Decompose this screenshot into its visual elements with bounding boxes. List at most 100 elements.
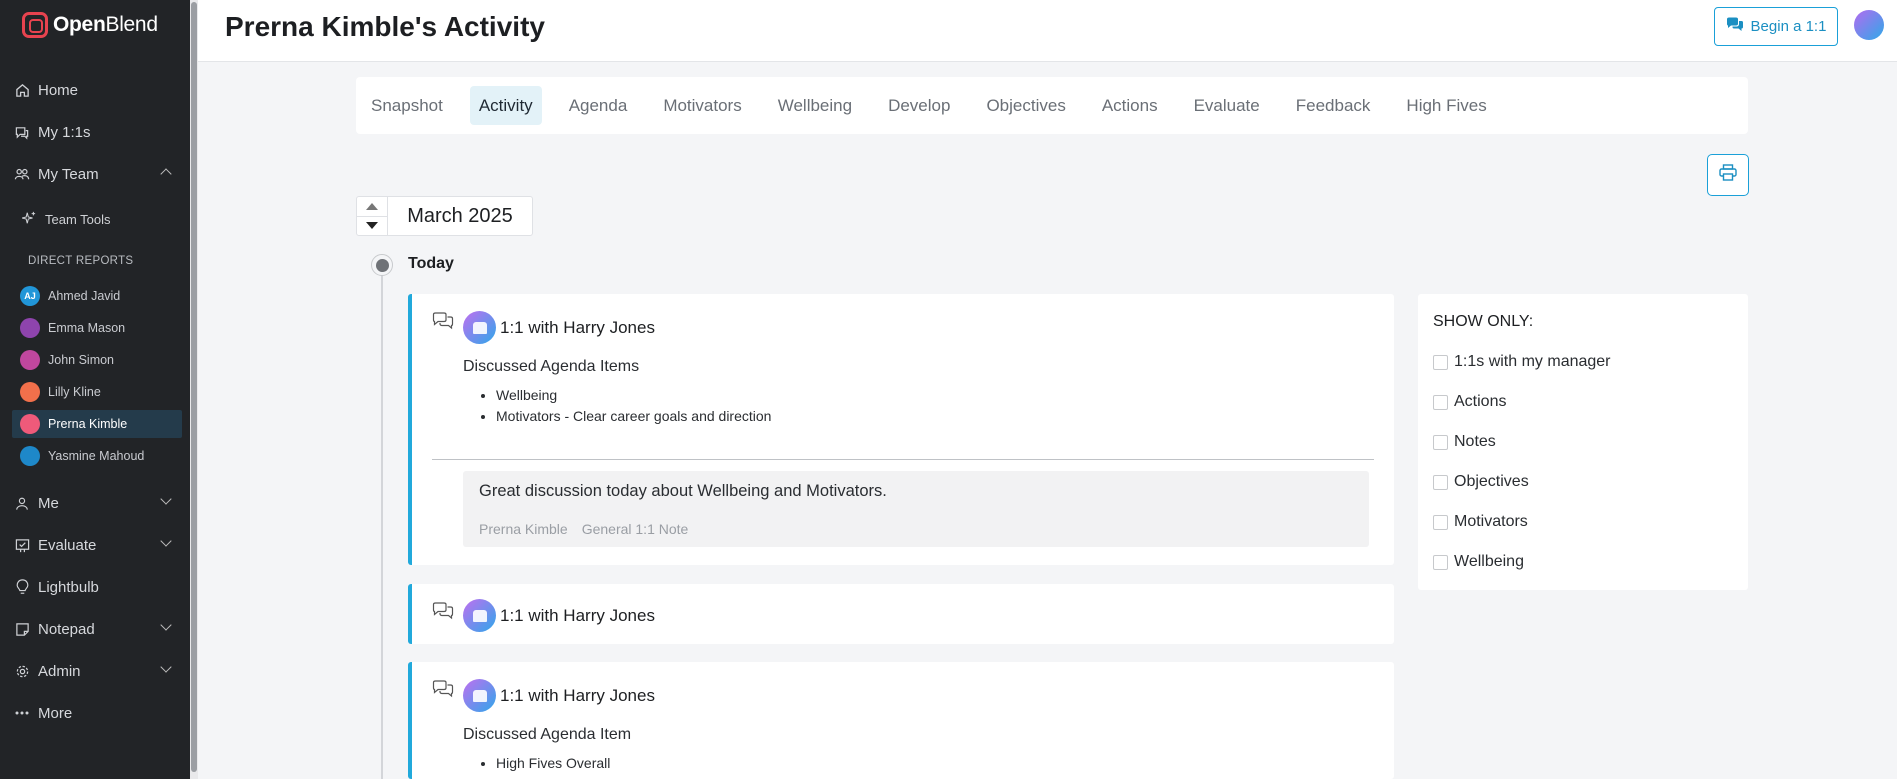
list-item: High Fives Overall bbox=[496, 753, 610, 774]
month-stepper bbox=[357, 197, 388, 235]
filter-label: Wellbeing bbox=[1454, 553, 1524, 570]
sidebar-scrollbar[interactable] bbox=[190, 0, 198, 779]
logo-text: OpenBlend bbox=[53, 13, 158, 37]
direct-reports-heading: DIRECT REPORTS bbox=[28, 255, 134, 267]
scrollbar-thumb[interactable] bbox=[191, 2, 197, 772]
checkbox[interactable] bbox=[1433, 514, 1448, 530]
openblend-logo[interactable]: OpenBlend bbox=[22, 12, 158, 38]
profile-tabs: Snapshot Activity Agenda Motivators Well… bbox=[356, 77, 1748, 134]
tab-wellbeing[interactable]: Wellbeing bbox=[769, 86, 861, 125]
activity-card[interactable]: 1:1 with Harry Jones Discussed Agenda It… bbox=[408, 294, 1394, 565]
report-john-simon[interactable]: John Simon bbox=[12, 346, 182, 374]
chat-icon bbox=[432, 602, 454, 625]
person-icon bbox=[14, 495, 30, 511]
report-emma-mason[interactable]: Emma Mason bbox=[12, 314, 182, 342]
tab-motivators[interactable]: Motivators bbox=[654, 86, 750, 125]
list-item: Wellbeing bbox=[496, 385, 771, 406]
tab-high-fives[interactable]: High Fives bbox=[1397, 86, 1495, 125]
tab-feedback[interactable]: Feedback bbox=[1287, 86, 1380, 125]
card-subtitle: Discussed Agenda Items bbox=[463, 358, 640, 375]
user-avatar[interactable] bbox=[1854, 10, 1884, 40]
activity-card[interactable]: 1:1 with Harry Jones bbox=[408, 584, 1394, 644]
nav-lightbulb[interactable]: Lightbulb bbox=[0, 569, 190, 605]
activity-card[interactable]: 1:1 with Harry Jones Discussed Agenda It… bbox=[408, 662, 1394, 779]
card-title[interactable]: 1:1 with Harry Jones bbox=[500, 686, 655, 706]
report-yasmine-mahoud[interactable]: Yasmine Mahoud bbox=[12, 442, 182, 470]
note-text: Great discussion today about Wellbeing a… bbox=[479, 482, 887, 500]
card-title[interactable]: 1:1 with Harry Jones bbox=[500, 318, 655, 338]
nav-more[interactable]: More bbox=[0, 695, 190, 731]
nav-admin-label: Admin bbox=[38, 662, 81, 680]
report-name: Prerna Kimble bbox=[48, 417, 128, 431]
filter-objectives[interactable]: Objectives bbox=[1433, 473, 1529, 491]
nav-me[interactable]: Me bbox=[0, 485, 190, 521]
nav-admin[interactable]: Admin bbox=[0, 653, 190, 689]
nav-more-label: More bbox=[38, 704, 73, 722]
checkbox[interactable] bbox=[1433, 434, 1448, 450]
avatar bbox=[20, 414, 40, 434]
tab-evaluate[interactable]: Evaluate bbox=[1185, 86, 1269, 125]
arrow-down-icon bbox=[366, 222, 378, 230]
filter-1-1s-with-my-manager[interactable]: 1:1s with my manager bbox=[1433, 353, 1611, 371]
filter-label: 1:1s with my manager bbox=[1454, 353, 1611, 370]
print-button[interactable] bbox=[1707, 154, 1749, 196]
home-icon bbox=[14, 82, 30, 98]
avatar bbox=[20, 350, 40, 370]
avatar bbox=[463, 311, 496, 344]
list-item: Motivators - Clear career goals and dire… bbox=[496, 406, 771, 427]
checkbox[interactable] bbox=[1433, 474, 1448, 490]
avatar bbox=[20, 318, 40, 338]
previous-month-button[interactable] bbox=[357, 197, 387, 217]
checkbox[interactable] bbox=[1433, 394, 1448, 410]
chevron-down-icon[interactable] bbox=[160, 493, 172, 505]
tab-snapshot[interactable]: Snapshot bbox=[362, 86, 452, 125]
tab-agenda[interactable]: Agenda bbox=[560, 86, 637, 125]
nav-my-team[interactable]: My Team bbox=[0, 156, 190, 192]
avatar bbox=[463, 599, 496, 632]
nav-notepad[interactable]: Notepad bbox=[0, 611, 190, 647]
filter-actions[interactable]: Actions bbox=[1433, 393, 1506, 411]
next-month-button[interactable] bbox=[357, 217, 387, 236]
chevron-down-icon[interactable] bbox=[160, 619, 172, 631]
nav-team-tools[interactable]: Team Tools bbox=[21, 205, 111, 233]
evaluate-icon bbox=[14, 537, 30, 553]
report-ahmed-javid[interactable]: AJ Ahmed Javid bbox=[12, 282, 182, 310]
chat-icon bbox=[14, 124, 30, 140]
begin-1-1-label: Begin a 1:1 bbox=[1750, 18, 1827, 35]
nav-my-1-1s[interactable]: My 1:1s bbox=[0, 114, 190, 150]
note-box[interactable]: Great discussion today about Wellbeing a… bbox=[463, 471, 1369, 547]
avatar bbox=[20, 382, 40, 402]
nav-evaluate[interactable]: Evaluate bbox=[0, 527, 190, 563]
filter-wellbeing[interactable]: Wellbeing bbox=[1433, 553, 1524, 571]
tab-activity[interactable]: Activity bbox=[469, 86, 542, 125]
filter-motivators[interactable]: Motivators bbox=[1433, 513, 1528, 531]
lightbulb-icon bbox=[14, 579, 30, 595]
note-type: General 1:1 Note bbox=[581, 521, 689, 537]
report-name: Yasmine Mahoud bbox=[48, 449, 145, 463]
divider bbox=[432, 459, 1374, 460]
card-title[interactable]: 1:1 with Harry Jones bbox=[500, 606, 655, 626]
chevron-up-icon[interactable] bbox=[160, 168, 172, 180]
note-author: Prerna Kimble bbox=[479, 521, 568, 537]
avatar bbox=[20, 446, 40, 466]
note-meta: Prerna Kimble General 1:1 Note bbox=[479, 521, 688, 537]
tab-develop[interactable]: Develop bbox=[879, 86, 959, 125]
checkbox[interactable] bbox=[1433, 554, 1448, 570]
tab-objectives[interactable]: Objectives bbox=[977, 86, 1074, 125]
timeline-line bbox=[381, 272, 383, 779]
report-lilly-kline[interactable]: Lilly Kline bbox=[12, 378, 182, 406]
checkbox[interactable] bbox=[1433, 354, 1448, 370]
chevron-down-icon[interactable] bbox=[160, 661, 172, 673]
tab-actions[interactable]: Actions bbox=[1093, 86, 1167, 125]
agenda-list: High Fives Overall bbox=[496, 753, 610, 774]
chevron-down-icon[interactable] bbox=[160, 535, 172, 547]
arrow-up-icon bbox=[366, 202, 378, 210]
report-prerna-kimble[interactable]: Prerna Kimble bbox=[12, 410, 182, 438]
begin-1-1-button[interactable]: Begin a 1:1 bbox=[1714, 7, 1838, 46]
report-name: John Simon bbox=[48, 353, 115, 367]
filter-notes[interactable]: Notes bbox=[1433, 433, 1496, 451]
today-label: Today bbox=[408, 255, 454, 272]
filter-label: Motivators bbox=[1454, 513, 1528, 530]
report-name: Emma Mason bbox=[48, 321, 126, 335]
nav-home[interactable]: Home bbox=[0, 72, 190, 108]
